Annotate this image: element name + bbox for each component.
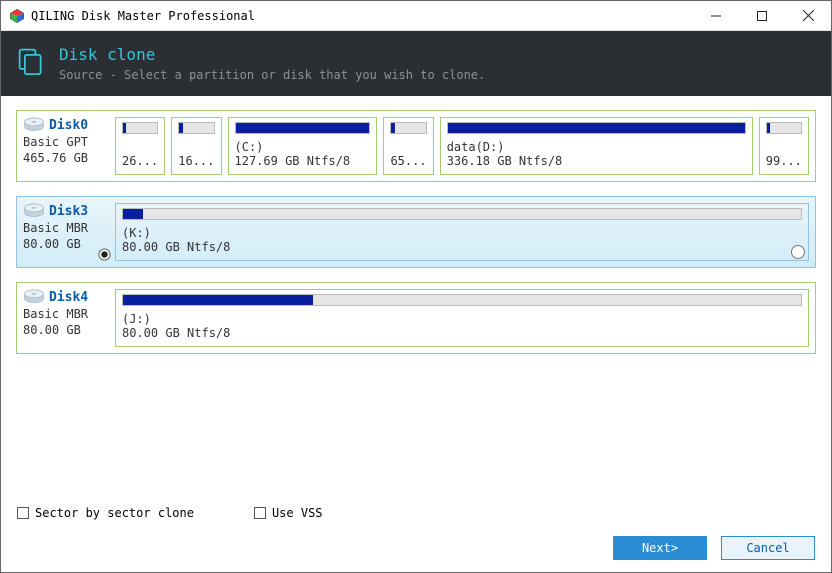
partition[interactable]: data(D:)336.18 GB Ntfs/8 [440,117,753,175]
partition-label: (C:) [235,140,371,154]
close-button[interactable] [785,1,831,31]
use-vss-checkbox[interactable]: Use VSS [254,506,323,520]
disk-row[interactable]: Disk3 Basic MBR 80.00 GB (K:)80.00 GB Ntfs/… [16,196,816,268]
partition-label: (J:) [122,312,802,326]
page-header: Disk clone Source - Select a partition o… [1,31,831,96]
disk-type: Basic GPT [23,135,88,149]
partition-info: 99... [766,154,802,168]
partition[interactable]: (K:)80.00 GB Ntfs/8 [115,203,809,261]
partition-label [122,140,158,154]
page-title: Disk clone [59,45,485,64]
usage-bar [122,122,158,134]
next-button[interactable]: Next> [613,536,707,560]
disk-size: 80.00 GB [23,237,81,251]
window-title: QILING Disk Master Professional [31,9,255,23]
partition[interactable]: (C:)127.69 GB Ntfs/8 [228,117,378,175]
partition-label: (K:) [122,226,802,240]
disk-type: Basic MBR [23,307,88,321]
partition[interactable]: 65... [383,117,433,175]
partition[interactable]: 16... [171,117,221,175]
disk-info: Disk3 Basic MBR 80.00 GB [17,197,113,267]
partitions: (J:)80.00 GB Ntfs/8 [113,283,815,353]
partition-info: 80.00 GB Ntfs/8 [122,326,802,340]
clone-icon [17,47,45,75]
partition-info: 336.18 GB Ntfs/8 [447,154,746,168]
disk-row[interactable]: Disk4 Basic MBR 80.00 GB (J:)80.00 GB Ntfs/… [16,282,816,354]
partitions: 26... 16... (C:)127.69 GB Ntfs/8 65... data(… [113,111,815,181]
checkbox-icon [254,507,266,519]
partition[interactable]: (J:)80.00 GB Ntfs/8 [115,289,809,347]
vss-label: Use VSS [272,506,323,520]
partition-info: 80.00 GB Ntfs/8 [122,240,802,254]
partition-label [390,140,426,154]
partition[interactable]: 99... [759,117,809,175]
disk-info: Disk4 Basic MBR 80.00 GB [17,283,113,353]
usage-bar [447,122,746,134]
usage-bar [122,294,802,306]
disk-name: Disk4 [49,290,88,305]
usage-bar [235,122,371,134]
cancel-button[interactable]: Cancel [721,536,815,560]
page-subtitle: Source - Select a partition or disk that… [59,68,485,82]
partition-info: 16... [178,154,214,168]
radio-unselected-icon[interactable] [791,245,805,259]
checkbox-icon [17,507,29,519]
disk-list: Disk0 Basic GPT 465.76 GB 26... 16... (C:)127… [1,96,831,500]
title-bar: QILING Disk Master Professional [1,1,831,31]
partition-label: data(D:) [447,140,746,154]
sector-by-sector-checkbox[interactable]: Sector by sector clone [17,506,194,520]
partition-info: 26... [122,154,158,168]
radio-selected-icon[interactable] [98,248,111,261]
disk-name: Disk0 [49,118,88,133]
partition-info: 127.69 GB Ntfs/8 [235,154,371,168]
disk-name: Disk3 [49,204,88,219]
options-row: Sector by sector clone Use VSS [1,500,831,530]
partition[interactable]: 26... [115,117,165,175]
disk-type: Basic MBR [23,221,88,235]
partition-label [766,140,802,154]
minimize-button[interactable] [693,1,739,31]
usage-bar [122,208,802,220]
usage-bar [178,122,214,134]
app-logo-icon [9,8,25,24]
disk-size: 465.76 GB [23,151,88,165]
footer: Next> Cancel [1,530,831,572]
usage-bar [390,122,426,134]
partitions: (K:)80.00 GB Ntfs/8 [113,197,815,267]
disk-row[interactable]: Disk0 Basic GPT 465.76 GB 26... 16... (C:)127… [16,110,816,182]
disk-info: Disk0 Basic GPT 465.76 GB [17,111,113,181]
maximize-button[interactable] [739,1,785,31]
disk-size: 80.00 GB [23,323,81,337]
partition-label [178,140,214,154]
usage-bar [766,122,802,134]
sector-label: Sector by sector clone [35,506,194,520]
partition-info: 65... [390,154,426,168]
